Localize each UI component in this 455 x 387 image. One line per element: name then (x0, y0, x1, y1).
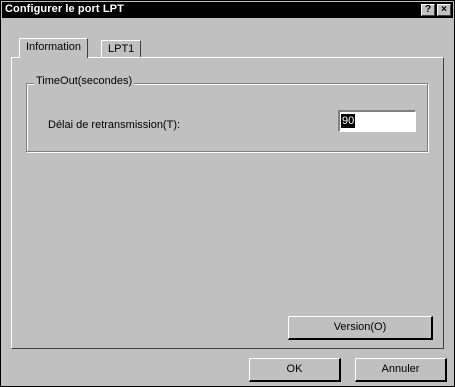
version-button[interactable]: Version(O) (288, 316, 433, 340)
tab-label: Information (26, 41, 82, 53)
retransmission-delay-input[interactable]: 90 (338, 110, 416, 132)
close-button[interactable]: × (437, 4, 451, 16)
tab-information[interactable]: Information (19, 38, 89, 58)
title-bar[interactable]: Configurer le port LPT ? × (2, 2, 453, 18)
help-button[interactable]: ? (421, 4, 435, 16)
ok-button[interactable]: OK (249, 358, 341, 382)
retransmission-delay-label: Délai de retransmission(T): (48, 119, 181, 131)
groupbox-legend: TimeOut(secondes) (34, 74, 135, 88)
window-title: Configurer le port LPT (5, 3, 124, 15)
cancel-button[interactable]: Annuler (355, 358, 447, 382)
input-value: 90 (341, 114, 356, 128)
tab-lpt1[interactable]: LPT1 (101, 40, 142, 58)
tab-label: LPT1 (108, 43, 135, 55)
